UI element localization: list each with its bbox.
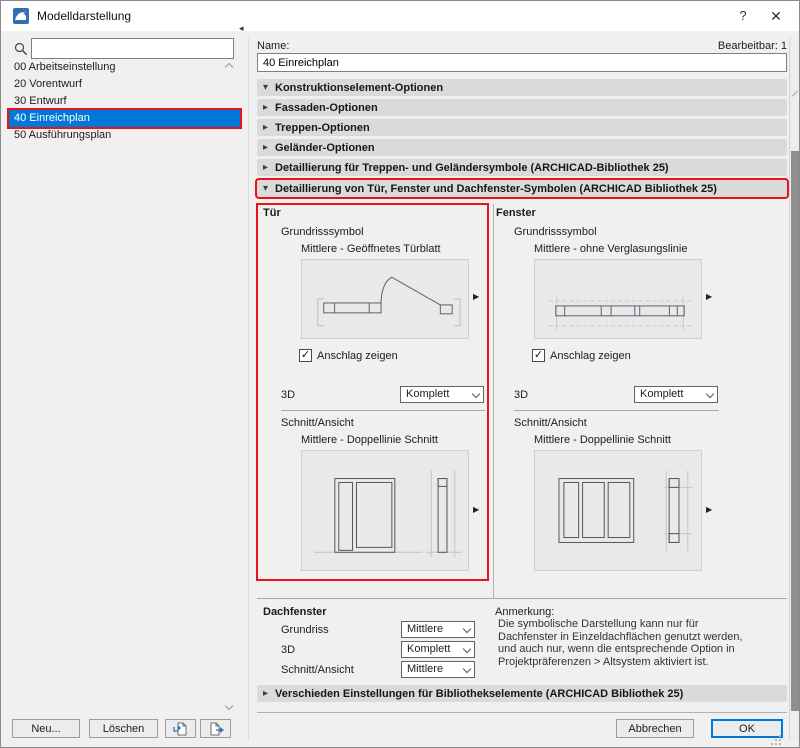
fenster-schnitt-value: Mittlere - Doppellinie Schnitt	[534, 434, 671, 446]
fenster-schnitt-label: Schnitt/Ansicht	[514, 417, 587, 429]
fenster-plan-preview[interactable]	[534, 259, 702, 339]
tuer-divider	[281, 410, 485, 411]
section-verschieden-einstellungen[interactable]: ▸ Verschieden Einstellungen für Biblioth…	[257, 685, 787, 702]
tuer-3d-dropdown[interactable]: Komplett	[400, 386, 484, 403]
chevron-right-icon: ▸	[263, 688, 275, 699]
chevron-down-icon	[472, 391, 479, 398]
section-fassaden[interactable]: ▸ Fassaden-Optionen	[257, 99, 787, 116]
list-item-entwurf[interactable]: 30 Entwurf	[9, 93, 240, 110]
fenster-plan-value: Mittlere - ohne Verglasungslinie	[534, 243, 687, 255]
fenster-schnitt-preview[interactable]	[534, 450, 702, 571]
section-detaillierung-tuer-fenster[interactable]: ▾ Detaillierung von Tür, Fenster und Dac…	[257, 180, 787, 197]
right-scrollbar-thumb[interactable]	[791, 151, 800, 711]
dachfenster-grundriss-label: Grundriss	[281, 624, 329, 636]
tuer-anschlag-label: Anschlag zeigen	[317, 350, 398, 362]
tuer-plan-value: Mittlere - Geöffnetes Türblatt	[301, 243, 441, 255]
chevron-right-icon: ▸	[263, 102, 275, 113]
editable-count-label: Bearbeitbar: 1	[651, 40, 787, 52]
chevron-down-icon	[463, 626, 470, 633]
footer-separator	[257, 712, 787, 713]
close-button[interactable]: ✕	[760, 1, 792, 31]
tuer-plan-flyout-icon[interactable]: ▶	[473, 293, 479, 301]
list-item-ausfuehrungsplan[interactable]: 50 Ausführungsplan	[9, 127, 240, 144]
tuer-schnitt-value: Mittlere - Doppellinie Schnitt	[301, 434, 438, 446]
chevron-down-icon: ▾	[263, 82, 275, 93]
collapse-panel-icon[interactable]: ◂	[239, 23, 244, 34]
chevron-right-icon: ▸	[263, 142, 275, 153]
list-scroll-down-icon[interactable]	[225, 701, 233, 709]
search-icon	[14, 42, 28, 56]
chevron-down-icon	[463, 666, 470, 673]
fenster-title: Fenster	[496, 207, 536, 219]
search-input[interactable]	[31, 38, 234, 59]
fenster-3d-label: 3D	[514, 389, 528, 401]
tuer-title: Tür	[263, 207, 281, 219]
resize-grip[interactable]	[771, 735, 781, 745]
help-button[interactable]: ?	[728, 1, 758, 31]
tuer-3d-label: 3D	[281, 389, 295, 401]
section-detaillierung-treppen[interactable]: ▸ Detaillierung für Treppen- und Gelände…	[257, 159, 787, 176]
section-gelaender[interactable]: ▸ Geländer-Optionen	[257, 139, 787, 156]
dachfenster-separator	[257, 598, 787, 599]
fenster-schnitt-flyout-icon[interactable]: ▶	[706, 506, 712, 514]
archicad-app-icon	[13, 8, 29, 24]
loeschen-button[interactable]: Löschen	[89, 719, 158, 738]
modelldarstellung-dialog: Modelldarstellung ? ✕ 00 Arbeitseinstell…	[0, 0, 800, 748]
dachfenster-3d-dropdown[interactable]: Komplett	[401, 641, 475, 658]
chevron-right-icon: ▸	[263, 122, 275, 133]
fenster-anschlag-label: Anschlag zeigen	[550, 350, 631, 362]
column-divider	[493, 204, 494, 598]
list-scroll-up-icon[interactable]	[225, 62, 233, 70]
fenster-grundrisssymbol-label: Grundrisssymbol	[514, 226, 597, 238]
tuer-grundrisssymbol-label: Grundrisssymbol	[281, 226, 364, 238]
chevron-down-icon: ▾	[263, 183, 275, 194]
section-treppen[interactable]: ▸ Treppen-Optionen	[257, 119, 787, 136]
tuer-schnitt-preview[interactable]	[301, 450, 469, 571]
abbrechen-button[interactable]: Abbrechen	[616, 719, 694, 738]
title-bar[interactable]: Modelldarstellung ? ✕	[1, 1, 799, 31]
dachfenster-grundriss-dropdown[interactable]: Mittlere	[401, 621, 475, 638]
door-plan-drawing	[302, 260, 468, 338]
tuer-schnitt-flyout-icon[interactable]: ▶	[473, 506, 479, 514]
anmerkung-title: Anmerkung:	[495, 606, 554, 618]
door-elevation-drawing	[302, 451, 468, 570]
export-icon	[208, 721, 224, 737]
window-elevation-drawing	[535, 451, 701, 570]
neu-button[interactable]: Neu...	[12, 719, 80, 738]
window-plan-drawing	[535, 260, 701, 338]
import-icon	[173, 721, 189, 737]
chevron-down-icon	[706, 391, 713, 398]
dachfenster-title: Dachfenster	[263, 606, 327, 618]
fenster-divider	[514, 410, 719, 411]
tuer-schnitt-label: Schnitt/Ansicht	[281, 417, 354, 429]
list-item-einreichplan[interactable]: 40 Einreichplan	[9, 110, 240, 127]
fenster-plan-flyout-icon[interactable]: ▶	[706, 293, 712, 301]
window-title: Modelldarstellung	[37, 1, 131, 31]
dachfenster-3d-label: 3D	[281, 644, 295, 656]
section-konstruktionselement[interactable]: ▾ Konstruktionselement-Optionen	[257, 79, 787, 96]
chevron-down-icon	[463, 646, 470, 653]
fenster-anschlag-checkbox[interactable]: ✓	[532, 349, 545, 362]
tuer-anschlag-checkbox[interactable]: ✓	[299, 349, 312, 362]
list-item-arbeitseinstellung[interactable]: 00 Arbeitseinstellung	[9, 59, 240, 76]
export-button[interactable]	[200, 719, 231, 738]
dachfenster-schnitt-dropdown[interactable]: Mittlere	[401, 661, 475, 678]
name-input[interactable]	[257, 53, 787, 72]
panel-splitter[interactable]	[248, 38, 249, 740]
list-item-vorentwurf[interactable]: 20 Vorentwurf	[9, 76, 240, 93]
dachfenster-schnitt-label: Schnitt/Ansicht	[281, 664, 354, 676]
tuer-plan-preview[interactable]	[301, 259, 469, 339]
name-label: Name:	[257, 40, 289, 52]
fenster-3d-dropdown[interactable]: Komplett	[634, 386, 718, 403]
chevron-right-icon: ▸	[263, 162, 275, 173]
import-button[interactable]	[165, 719, 196, 738]
anmerkung-text: Die symbolische Darstellung kann nur für…	[498, 618, 753, 668]
